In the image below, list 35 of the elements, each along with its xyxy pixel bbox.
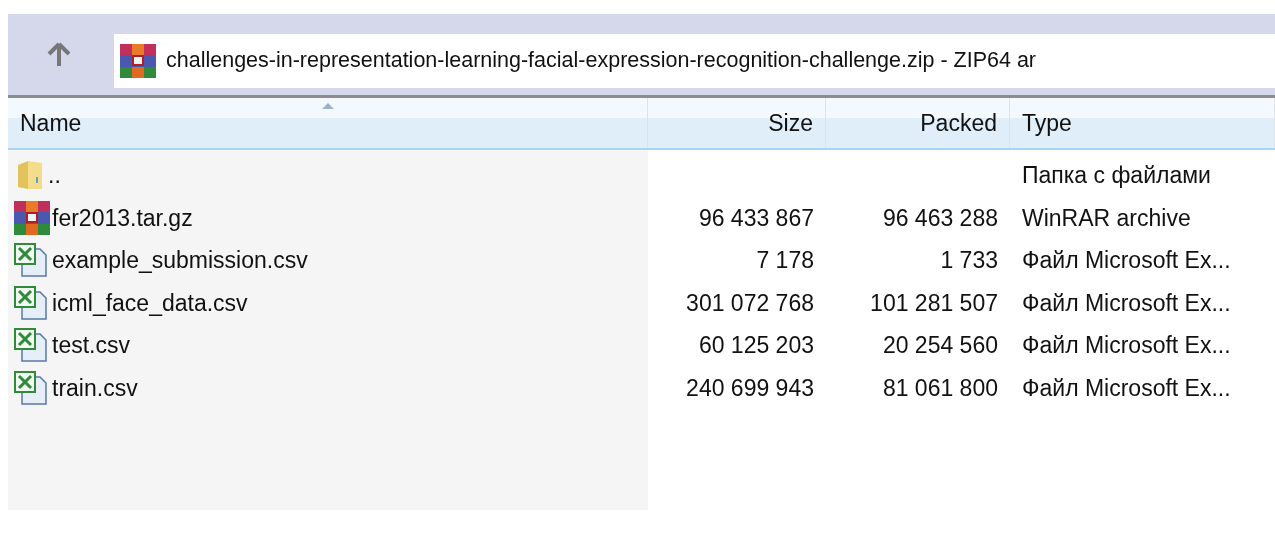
column-header[interactable]: Packed xyxy=(826,98,1010,148)
file-size: 240 699 943 xyxy=(686,374,814,401)
file-type: WinRAR archive xyxy=(1022,204,1191,231)
file-type: Файл Microsoft Ex... xyxy=(1022,247,1231,273)
file-type: Файл Microsoft Ex... xyxy=(1022,374,1231,401)
column-header[interactable]: Size xyxy=(648,98,826,148)
up-arrow-icon xyxy=(47,41,71,68)
file-size: 7 178 xyxy=(756,247,814,273)
archive-icon xyxy=(14,200,50,235)
packed-size: 20 254 560 xyxy=(882,332,998,358)
spreadsheet-file-icon xyxy=(14,328,50,363)
file-size: 301 072 768 xyxy=(686,289,814,316)
spreadsheet-file-icon xyxy=(14,243,50,278)
file-size: 60 125 203 xyxy=(698,332,814,358)
packed-size: 81 061 800 xyxy=(882,374,998,401)
archive-icon xyxy=(120,43,156,78)
column-header[interactable]: Type xyxy=(1010,98,1275,148)
packed-size: 101 281 507 xyxy=(870,289,998,316)
file-name[interactable]: train.csv xyxy=(52,370,138,405)
file-name[interactable]: fer2013.tar.gz xyxy=(52,200,193,235)
file-name[interactable]: icml_face_data.csv xyxy=(52,285,248,320)
packed-size: 96 463 288 xyxy=(882,204,998,231)
spreadsheet-file-icon xyxy=(14,285,50,320)
file-type: Файл Microsoft Ex... xyxy=(1022,332,1231,358)
sort-ascending-icon xyxy=(320,102,335,110)
file-name[interactable]: example_submission.csv xyxy=(52,243,308,278)
file-size: 96 433 867 xyxy=(698,204,814,231)
spreadsheet-file-icon xyxy=(14,370,50,405)
address-field[interactable]: challenges-in-representation-learning-facial-expression-recognition-challenge.zip - ZIP64 ar xyxy=(114,33,1275,88)
column-header[interactable]: Name xyxy=(8,98,648,148)
file-type: Файл Microsoft Ex... xyxy=(1022,289,1231,316)
file-type: Папка с файлами xyxy=(1022,162,1211,188)
file-name[interactable]: test.csv xyxy=(52,328,130,363)
file-name[interactable]: .. xyxy=(48,158,61,193)
packed-size: 1 733 xyxy=(940,247,998,273)
